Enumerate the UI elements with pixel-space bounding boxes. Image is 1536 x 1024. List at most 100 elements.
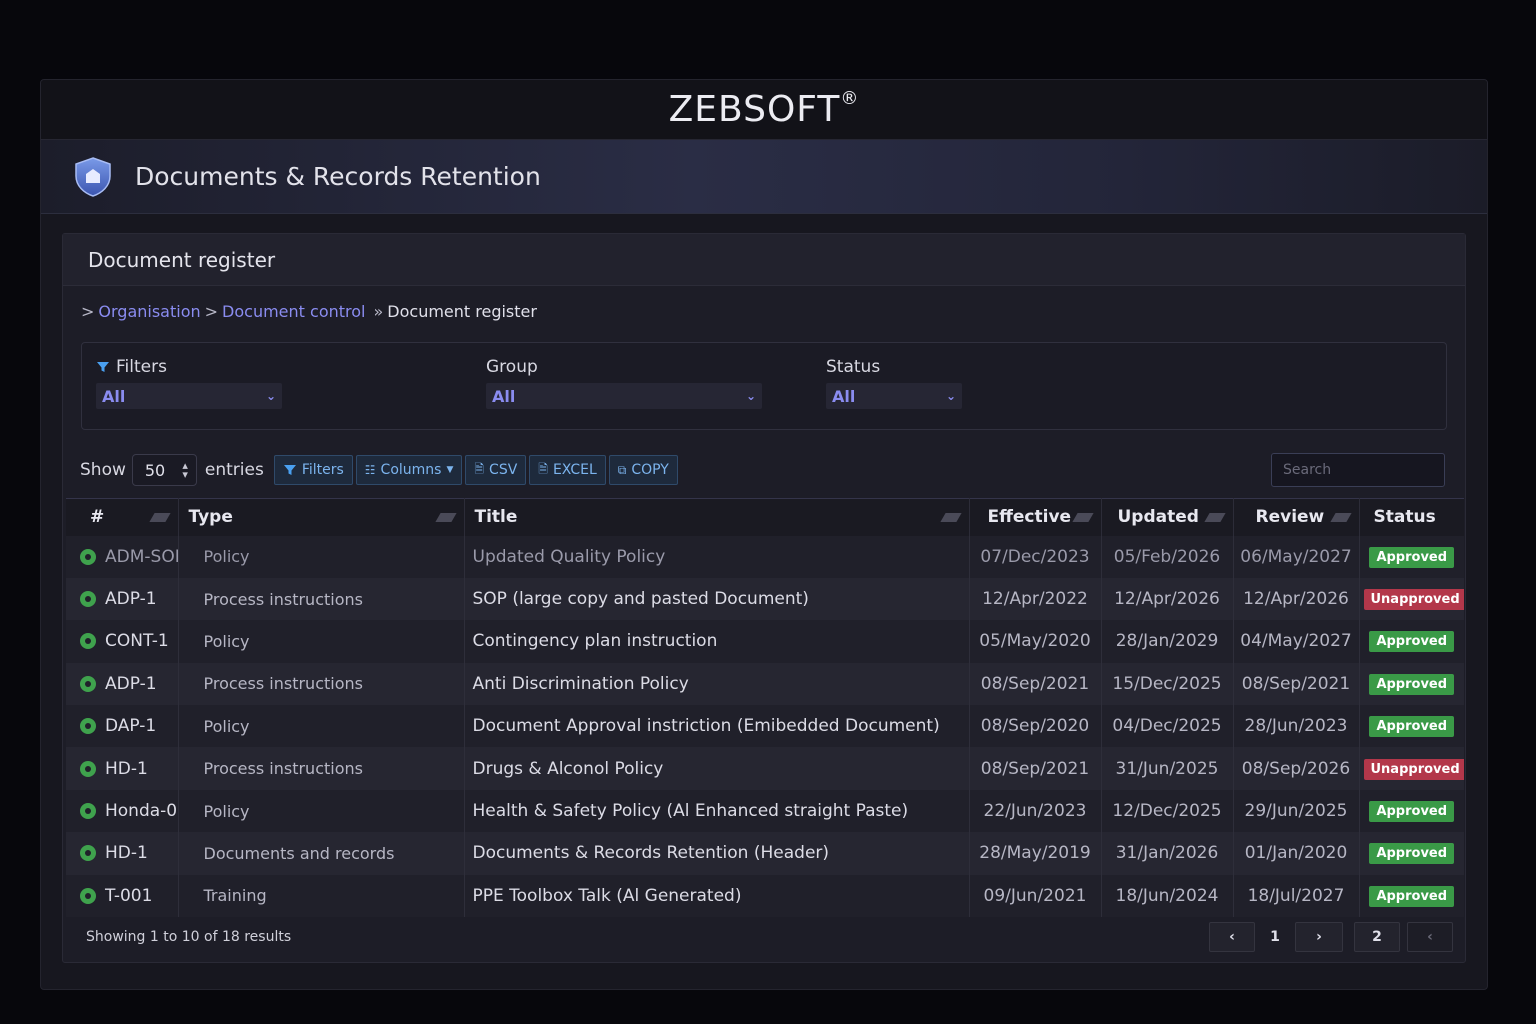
excel-button[interactable]: 🗎 EXCEL xyxy=(529,455,606,485)
breadcrumb-organisation[interactable]: Organisation xyxy=(98,302,200,321)
document-title[interactable]: Updated Quality Policy xyxy=(464,535,970,578)
table-row[interactable]: T-001 Training PPE Toolbox Talk (Al Genera… xyxy=(66,874,1464,918)
document-id[interactable]: ADP-1 xyxy=(105,674,157,694)
status-dot-icon[interactable] xyxy=(80,760,96,777)
effective-date: 08/Sep/2020 xyxy=(969,705,1102,748)
updated-date: 31/Jun/2025 xyxy=(1101,747,1234,790)
document-title[interactable]: Contingency plan instruction xyxy=(464,620,970,663)
status-dot-icon[interactable] xyxy=(80,887,96,904)
id-cell-content: T-001 xyxy=(74,886,170,906)
column-header-status[interactable]: Status xyxy=(1359,499,1464,536)
next-page-button[interactable]: › xyxy=(1295,922,1343,952)
review-date: 28/Jun/2023 xyxy=(1233,705,1360,748)
status-dot-icon[interactable] xyxy=(80,633,96,650)
updated-date: 15/Dec/2025 xyxy=(1101,662,1234,706)
document-id[interactable]: HD-1 xyxy=(105,843,148,863)
status-select[interactable]: All ⌄ xyxy=(826,383,962,409)
document-title[interactable]: Health & Safety Policy (Al Enhanced stra… xyxy=(464,789,970,833)
id-cell[interactable]: T-001 xyxy=(66,874,179,918)
columns-button[interactable]: ☷ Columns ▼ xyxy=(355,455,463,485)
document-id[interactable]: ADM-SOP-1001 xyxy=(105,547,177,567)
table-row[interactable]: ADP-1 Process instructions Anti Discrimina… xyxy=(66,662,1464,706)
table-row[interactable]: DAP-1 Policy Document Approval instriction… xyxy=(66,705,1464,748)
id-cell-content: Honda-08 xyxy=(74,801,177,821)
column-header-review[interactable]: Review xyxy=(1233,498,1360,536)
review-date: 01/Jan/2020 xyxy=(1233,832,1360,875)
csv-button[interactable]: 🗎 CSV xyxy=(465,455,527,485)
filters-select[interactable]: All ⌄ xyxy=(96,383,282,409)
status-badge: Approved xyxy=(1369,673,1455,695)
table-info: Showing 1 to 10 of 18 results xyxy=(86,929,292,945)
status-dot-icon[interactable] xyxy=(80,803,96,820)
filters-button[interactable]: Filters xyxy=(273,455,353,485)
table-row[interactable]: HD-1 Process instructions Drugs & Alconol … xyxy=(66,747,1464,790)
document-id[interactable]: HD-1 xyxy=(105,759,148,779)
page-1-button[interactable]: 1 xyxy=(1255,922,1295,952)
column-header-type[interactable]: Type xyxy=(178,498,465,536)
status-badge: Approved xyxy=(1369,546,1455,568)
entries-select[interactable]: 50 ▴ ▾ xyxy=(131,454,197,486)
id-cell[interactable]: ADM-SOP-1001 xyxy=(66,535,179,578)
table-row[interactable]: ADM-SOP-1001PolicyUpdated Quality Policy… xyxy=(66,535,1464,578)
id-cell[interactable]: DAP-1 xyxy=(66,705,179,748)
column-header-number[interactable]: # xyxy=(66,498,179,536)
column-header-updated[interactable]: Updated xyxy=(1101,498,1234,536)
status-dot-icon[interactable] xyxy=(80,718,96,735)
updated-date: 12/Dec/2025 xyxy=(1101,789,1234,833)
status-dot-icon[interactable] xyxy=(80,591,96,608)
document-title[interactable]: SOP (large copy and pasted Document) xyxy=(464,577,970,621)
breadcrumb-document-control[interactable]: Document control xyxy=(222,302,365,321)
status-cell: Approved xyxy=(1359,875,1464,917)
table-row[interactable]: ADP-1 Process instructions SOP (large copy… xyxy=(66,577,1464,621)
document-title[interactable]: Documents & Records Retention (Header) xyxy=(464,832,970,875)
document-title[interactable]: Drugs & Alconol Policy xyxy=(464,747,970,790)
document-id[interactable]: CONT-1 xyxy=(105,631,169,651)
copy-button-label: COPY xyxy=(631,462,669,478)
id-cell-content: ADP-1 xyxy=(74,674,170,694)
document-title[interactable]: PPE Toolbox Talk (Al Generated) xyxy=(464,874,970,918)
column-header-title[interactable]: Title xyxy=(464,498,970,536)
effective-date: 22/Jun/2023 xyxy=(969,789,1102,833)
id-cell[interactable]: HD-1 xyxy=(66,747,179,790)
document-id[interactable]: DAP-1 xyxy=(105,716,156,736)
table-row[interactable]: CONT-1 Policy Contingency plan instruction… xyxy=(66,620,1464,663)
id-cell[interactable]: ADP-1 xyxy=(66,662,179,706)
id-cell-content: DAP-1 xyxy=(74,716,170,736)
id-cell[interactable]: HD-1 xyxy=(66,832,179,875)
status-cell: Approved xyxy=(1359,620,1464,662)
excel-button-label: EXCEL xyxy=(552,462,597,478)
id-cell-content: HD-1 xyxy=(74,759,170,779)
previous-page-button[interactable]: ‹ xyxy=(1209,922,1255,952)
status-badge: Unapproved xyxy=(1363,589,1464,611)
breadcrumb-current: Document register xyxy=(387,302,537,321)
last-page-button[interactable]: ‹ xyxy=(1407,922,1453,952)
copy-button[interactable]: ⧉ COPY xyxy=(608,455,678,485)
document-id[interactable]: Honda-08 xyxy=(105,801,177,821)
document-title[interactable]: Document Approval instriction (Emibedded… xyxy=(464,705,970,748)
status-cell: Approved xyxy=(1359,790,1464,832)
column-header-effective[interactable]: Effective xyxy=(969,498,1102,536)
table-row[interactable]: HD-1 Documents and records Documents & Rec… xyxy=(66,832,1464,875)
document-id[interactable]: ADP-1 xyxy=(105,589,157,609)
document-type: Policy xyxy=(178,705,465,748)
table-row[interactable]: Honda-08PolicyHealth & Safety Policy (Al… xyxy=(66,789,1464,833)
status-dot-icon[interactable] xyxy=(80,675,96,692)
page-2-button[interactable]: 2 xyxy=(1354,922,1400,952)
show-label: Show xyxy=(80,460,126,480)
sort-icon xyxy=(434,513,457,522)
search-input[interactable] xyxy=(1271,453,1445,487)
id-cell[interactable]: Honda-08 xyxy=(66,789,179,833)
pagination: ‹ 1 › 2 ‹ xyxy=(1209,922,1453,952)
table-header-row: # Type Title Effective Updated Review St… xyxy=(66,498,1464,536)
updated-date: 12/Apr/2026 xyxy=(1101,577,1234,621)
chevron-down-icon: ⌄ xyxy=(945,389,956,403)
group-select[interactable]: All ⌄ xyxy=(486,383,762,409)
filter-icon xyxy=(97,362,109,372)
id-cell[interactable]: CONT-1 xyxy=(66,620,179,663)
effective-date: 08/Sep/2021 xyxy=(969,747,1102,790)
document-title[interactable]: Anti Discrimination Policy xyxy=(464,662,970,706)
status-dot-icon[interactable] xyxy=(80,548,96,565)
status-dot-icon[interactable] xyxy=(80,845,96,862)
document-id[interactable]: T-001 xyxy=(105,886,152,906)
id-cell[interactable]: ADP-1 xyxy=(66,577,179,621)
